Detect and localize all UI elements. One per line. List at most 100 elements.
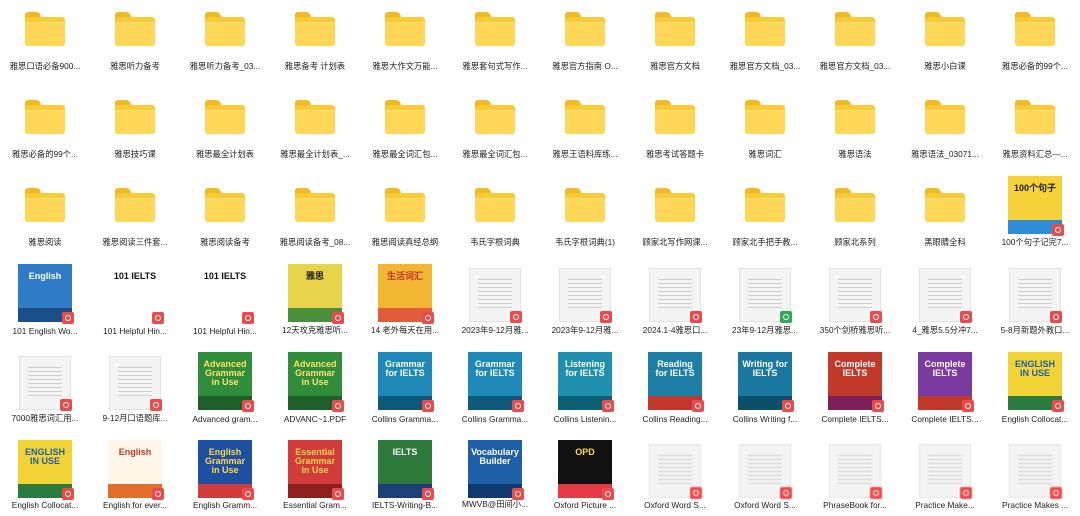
file-item[interactable]: 4_雅思5.5分冲7...	[900, 264, 990, 352]
file-item[interactable]: Complete IELTS Complete IELTS...	[900, 352, 990, 440]
pdf-badge-icon	[872, 400, 884, 412]
item-label: Practice Make...	[915, 500, 975, 510]
folder-item[interactable]: 雅思官方指南 O...	[540, 0, 630, 88]
folder-item[interactable]: 顾家北手把手教...	[720, 176, 810, 264]
file-item[interactable]: 101 IELTS 101 Helpful Hin...	[180, 264, 270, 352]
folder-item[interactable]: 雅思阅读备考	[180, 176, 270, 264]
file-item[interactable]: 2023年9-12月雅...	[450, 264, 540, 352]
file-item[interactable]: OPD Oxford Picture ...	[540, 440, 630, 516]
file-item[interactable]: 101 IELTS 101 Helpful Hin...	[90, 264, 180, 352]
file-item[interactable]: Advanced Grammar in Use Advanced gram...	[180, 352, 270, 440]
folder-item[interactable]: 雅思最全词汇包...	[360, 88, 450, 176]
item-label: 黑眼睛全科	[924, 237, 966, 247]
pdf-badge-icon	[152, 312, 164, 324]
file-item[interactable]: English English for ever...	[90, 440, 180, 516]
file-item[interactable]: ENGLISH IN USE English Collocat...	[990, 352, 1080, 440]
item-label: 顾家北写作网课...	[642, 237, 708, 247]
book-cover-thumbnail: 雅思	[288, 264, 344, 324]
folder-icon	[745, 12, 785, 46]
file-item[interactable]: Writing for IELTS Collins Writing f...	[720, 352, 810, 440]
book-cover-thumbnail: IELTS	[378, 440, 434, 500]
item-label: Collins Gramma...	[371, 414, 439, 424]
file-item[interactable]: ENGLISH IN USE English Collocat...	[0, 440, 90, 516]
book-cover-thumbnail: Listening for IELTS	[558, 352, 614, 412]
folder-item[interactable]: 雅思阅读三件套...	[90, 176, 180, 264]
folder-item[interactable]: 雅思资料汇总—...	[990, 88, 1080, 176]
folder-item[interactable]: 雅思小白课	[900, 0, 990, 88]
item-label: Essential Gram...	[283, 500, 347, 510]
file-item[interactable]: 2023年9-12月雅...	[540, 264, 630, 352]
folder-item[interactable]: 雅思最全词汇包...	[450, 88, 540, 176]
file-item[interactable]: 350个剑桥雅思听...	[810, 264, 900, 352]
folder-item[interactable]: 韦氏字根词典(1)	[540, 176, 630, 264]
file-item[interactable]: Grammar for IELTS Collins Gramma...	[360, 352, 450, 440]
folder-item[interactable]: 雅思王语料库练...	[540, 88, 630, 176]
pdf-badge-icon	[1052, 400, 1064, 412]
file-item[interactable]: Grammar for IELTS Collins Gramma...	[450, 352, 540, 440]
file-item[interactable]: Practice Make...	[900, 440, 990, 516]
folder-item[interactable]: 雅思词汇	[720, 88, 810, 176]
item-label: 2024.1-4雅思口...	[642, 325, 708, 335]
folder-item[interactable]: 雅思听力备考	[90, 0, 180, 88]
folder-item[interactable]: 雅思必备的99个...	[990, 0, 1080, 88]
folder-item[interactable]: 雅思语法_03071...	[900, 88, 990, 176]
file-item[interactable]: PhraseBook for...	[810, 440, 900, 516]
pdf-badge-icon	[242, 400, 254, 412]
file-item[interactable]: 5-8月新题外教口...	[990, 264, 1080, 352]
folder-icon	[205, 100, 245, 134]
folder-item[interactable]: 雅思技巧课	[90, 88, 180, 176]
folder-item[interactable]: 雅思考试答题卡	[630, 88, 720, 176]
file-item[interactable]: English Grammar in Use English Gramm...	[180, 440, 270, 516]
folder-item[interactable]: 雅思最全计划表_...	[270, 88, 360, 176]
pdf-badge-icon	[60, 399, 72, 411]
folder-item[interactable]: 雅思听力备考_03...	[180, 0, 270, 88]
folder-item[interactable]: 韦氏字根词典	[450, 176, 540, 264]
file-item[interactable]: Reading for IELTS Collins Reading...	[630, 352, 720, 440]
file-item[interactable]: 雅思 12天攻克雅思听...	[270, 264, 360, 352]
folder-item[interactable]: 雅思官方文档_03...	[810, 0, 900, 88]
cover-title: ENGLISH IN USE	[1014, 359, 1055, 378]
item-label: Oxford Word S...	[734, 500, 796, 510]
folder-item[interactable]: 黑眼睛全科	[900, 176, 990, 264]
pdf-badge-icon	[960, 487, 972, 499]
file-item[interactable]: Essential Grammar in Use Essential Gram..…	[270, 440, 360, 516]
folder-item[interactable]: 雅思备考 计划表	[270, 0, 360, 88]
file-item[interactable]: 生活词汇 14 老外每天在用...	[360, 264, 450, 352]
folder-icon	[205, 188, 245, 222]
file-item[interactable]: Oxford Word S...	[720, 440, 810, 516]
item-label: English Collocat...	[11, 500, 79, 510]
folder-item[interactable]: 顾家北写作网课...	[630, 176, 720, 264]
file-item[interactable]: Advanced Grammar in Use ADVANC~1.PDF	[270, 352, 360, 440]
file-item[interactable]: 2024.1-4雅思口...	[630, 264, 720, 352]
item-label: 100个句子记完7...	[1001, 237, 1069, 247]
file-item[interactable]: Oxford Word S...	[630, 440, 720, 516]
file-item[interactable]: Practice Makes ...	[990, 440, 1080, 516]
book-cover-thumbnail: Complete IELTS	[828, 352, 884, 412]
file-item[interactable]: 100个句子 100个句子记完7...	[990, 176, 1080, 264]
folder-item[interactable]: 雅思必备的99个...	[0, 88, 90, 176]
item-label: 顾家北系列	[834, 237, 876, 247]
file-item[interactable]: 9-12月口语题库...	[90, 352, 180, 440]
file-item[interactable]: Vocabulary Builder MWVB@田间小...	[450, 440, 540, 516]
folder-item[interactable]: 雅思大作文万能...	[360, 0, 450, 88]
folder-item[interactable]: 雅思阅读	[0, 176, 90, 264]
folder-item[interactable]: 顾家北系列	[810, 176, 900, 264]
file-item[interactable]: Complete IELTS Complete IELTS...	[810, 352, 900, 440]
folder-item[interactable]: 雅思套句式写作...	[450, 0, 540, 88]
item-label: Oxford Word S...	[644, 500, 706, 510]
file-item[interactable]: 7000雅思词汇用...	[0, 352, 90, 440]
pdf-badge-icon	[780, 487, 792, 499]
folder-item[interactable]: 雅思语法	[810, 88, 900, 176]
file-item[interactable]: 23年9-12月雅思...	[720, 264, 810, 352]
folder-item[interactable]: 雅思口语必备900...	[0, 0, 90, 88]
folder-item[interactable]: 雅思官方文档	[630, 0, 720, 88]
file-item[interactable]: English 101 English Wo...	[0, 264, 90, 352]
folder-item[interactable]: 雅思官方文档_03...	[720, 0, 810, 88]
folder-item[interactable]: 雅思阅读真经总纲	[360, 176, 450, 264]
file-item[interactable]: IELTS IELTS-Writing-B...	[360, 440, 450, 516]
file-item[interactable]: Listening for IELTS Collins Listenin...	[540, 352, 630, 440]
folder-item[interactable]: 雅思最全计划表	[180, 88, 270, 176]
book-cover-thumbnail: Advanced Grammar in Use	[198, 352, 254, 412]
item-label: 雅思官方指南 O...	[552, 61, 618, 71]
folder-item[interactable]: 雅思阅读备考_08...	[270, 176, 360, 264]
